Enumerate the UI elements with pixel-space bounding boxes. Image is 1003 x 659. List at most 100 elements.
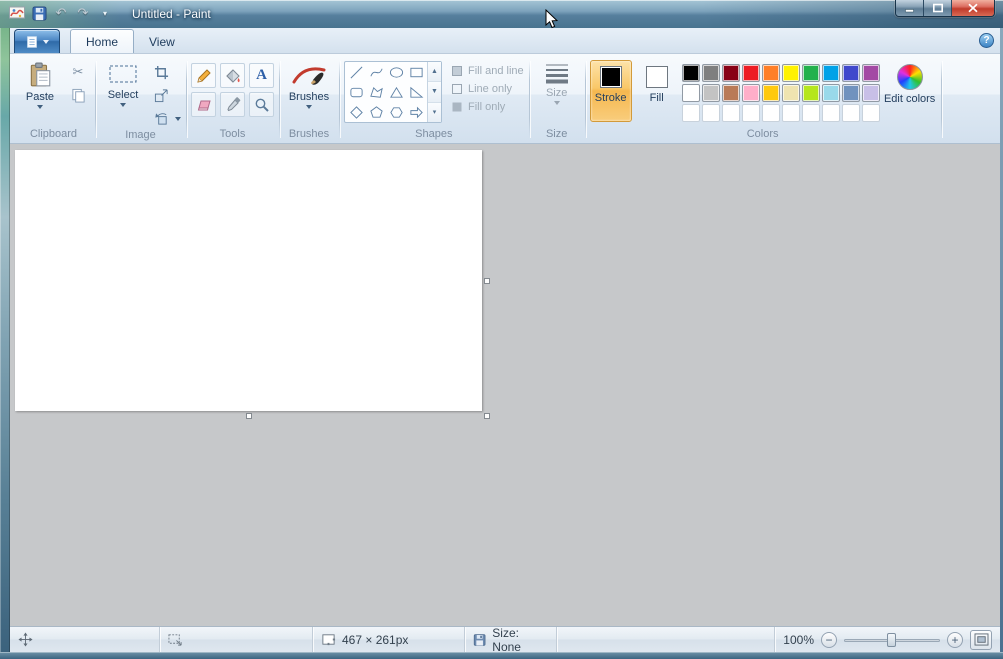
shape-rounded-rectangle[interactable] — [346, 82, 366, 102]
color-swatch-empty[interactable] — [742, 104, 760, 122]
title-bar[interactable]: ↶ ↷ ▾ Untitled - Paint — [0, 0, 1003, 28]
cut-button[interactable]: ✂ — [66, 62, 90, 82]
select-button[interactable]: Select — [100, 58, 146, 107]
pencil-icon — [196, 68, 212, 84]
minimize-button[interactable] — [896, 0, 924, 16]
shape-hexagon[interactable] — [386, 102, 406, 122]
tab-home[interactable]: Home — [70, 29, 134, 53]
size-button[interactable]: Size — [534, 58, 580, 105]
chevron-down-icon — [306, 105, 312, 109]
zoom-out-button[interactable]: − — [821, 632, 837, 648]
option-line-only[interactable]: Line only — [451, 83, 524, 95]
color-swatch-empty[interactable] — [682, 104, 700, 122]
color-swatch[interactable] — [862, 64, 880, 82]
canvas-resize-handle-corner[interactable] — [484, 413, 490, 419]
shape-oval[interactable] — [386, 62, 406, 82]
shape-polygon[interactable] — [366, 82, 386, 102]
chevron-down-icon[interactable] — [175, 117, 181, 121]
color-swatch[interactable] — [682, 84, 700, 102]
color-swatch[interactable] — [702, 84, 720, 102]
resize-button[interactable] — [149, 85, 173, 105]
magnifier-tool-button[interactable] — [249, 92, 274, 117]
fill-color-button[interactable]: Fill — [636, 60, 678, 122]
crop-button[interactable] — [149, 62, 173, 82]
text-tool-button[interactable]: A — [249, 63, 274, 88]
shape-curve[interactable] — [366, 62, 386, 82]
fit-to-window-button[interactable] — [970, 630, 992, 650]
color-picker-tool-button[interactable] — [220, 92, 245, 117]
canvas-resize-handle-bottom[interactable] — [246, 413, 252, 419]
fill-with-color-tool-button[interactable] — [220, 63, 245, 88]
eyedropper-icon — [225, 97, 241, 113]
shape-diamond[interactable] — [346, 102, 366, 122]
color-swatch[interactable] — [702, 64, 720, 82]
gallery-scroll-down-icon[interactable]: ▼ — [428, 82, 441, 102]
color-swatch[interactable] — [742, 64, 760, 82]
save-button[interactable] — [30, 4, 48, 22]
copy-button[interactable] — [66, 85, 90, 105]
zoom-in-button[interactable]: + — [947, 632, 963, 648]
canvas-resize-handle-right[interactable] — [484, 278, 490, 284]
shape-triangle[interactable] — [386, 82, 406, 102]
color-swatch[interactable] — [762, 84, 780, 102]
zoom-slider[interactable] — [844, 632, 940, 648]
color-swatch[interactable] — [802, 64, 820, 82]
color-swatch[interactable] — [722, 84, 740, 102]
ribbon-tab-row: Home View ? — [10, 28, 1000, 54]
fit-to-window-icon — [974, 633, 989, 646]
brushes-button[interactable]: Brushes — [284, 58, 334, 109]
status-bar: 467 × 261px Size: None 100% − + — [10, 626, 1000, 652]
color-swatch-empty[interactable] — [722, 104, 740, 122]
help-button[interactable]: ? — [979, 33, 994, 48]
rotate-button[interactable] — [149, 108, 173, 128]
color-swatch-empty[interactable] — [842, 104, 860, 122]
gallery-more-icon[interactable]: ▾ — [428, 103, 441, 122]
quick-access-dropdown-icon[interactable]: ▾ — [96, 4, 114, 22]
group-image: Select — [95, 56, 186, 143]
color-swatch[interactable] — [822, 84, 840, 102]
color-swatch[interactable] — [782, 64, 800, 82]
redo-button[interactable]: ↷ — [74, 4, 92, 22]
option-fill-only[interactable]: Fill only — [451, 101, 524, 113]
color-swatch[interactable] — [802, 84, 820, 102]
color-swatch-empty[interactable] — [762, 104, 780, 122]
group-shapes: ▲ ▼ ▾ Fill and line Line only — [339, 56, 529, 143]
edit-colors-button[interactable]: Edit colors — [884, 60, 936, 106]
color-swatch[interactable] — [682, 64, 700, 82]
shape-line[interactable] — [346, 62, 366, 82]
color-swatch-empty[interactable] — [822, 104, 840, 122]
color-swatch-empty[interactable] — [782, 104, 800, 122]
color-swatch[interactable] — [782, 84, 800, 102]
gallery-scroll-up-icon[interactable]: ▲ — [428, 62, 441, 82]
color-swatch-empty[interactable] — [802, 104, 820, 122]
color-swatch-empty[interactable] — [862, 104, 880, 122]
stroke-color-button[interactable]: Stroke — [590, 60, 632, 122]
fill-and-line-icon — [451, 65, 463, 77]
color-swatch[interactable] — [762, 64, 780, 82]
shape-pentagon[interactable] — [366, 102, 386, 122]
zoom-slider-thumb[interactable] — [887, 633, 896, 647]
application-menu-button[interactable] — [14, 29, 60, 53]
color-swatch[interactable] — [822, 64, 840, 82]
scissors-icon: ✂ — [73, 64, 84, 80]
maximize-button[interactable] — [924, 0, 952, 16]
color-swatch[interactable] — [842, 64, 860, 82]
tab-view[interactable]: View — [134, 30, 190, 53]
option-fill-and-line[interactable]: Fill and line — [451, 65, 524, 77]
shape-rectangle[interactable] — [406, 62, 426, 82]
pencil-tool-button[interactable] — [191, 63, 216, 88]
color-swatch[interactable] — [862, 84, 880, 102]
eraser-tool-button[interactable] — [191, 92, 216, 117]
shape-right-triangle[interactable] — [406, 82, 426, 102]
color-swatch-empty[interactable] — [702, 104, 720, 122]
drawing-canvas[interactable] — [15, 150, 482, 411]
paste-button[interactable]: Paste — [17, 58, 63, 109]
undo-button[interactable]: ↶ — [52, 4, 70, 22]
color-swatch[interactable] — [842, 84, 860, 102]
color-swatch[interactable] — [722, 64, 740, 82]
canvas-area — [10, 144, 1000, 626]
close-button[interactable] — [952, 0, 994, 16]
shape-right-arrow[interactable] — [406, 102, 426, 122]
color-swatch[interactable] — [742, 84, 760, 102]
chevron-down-icon — [37, 105, 43, 109]
